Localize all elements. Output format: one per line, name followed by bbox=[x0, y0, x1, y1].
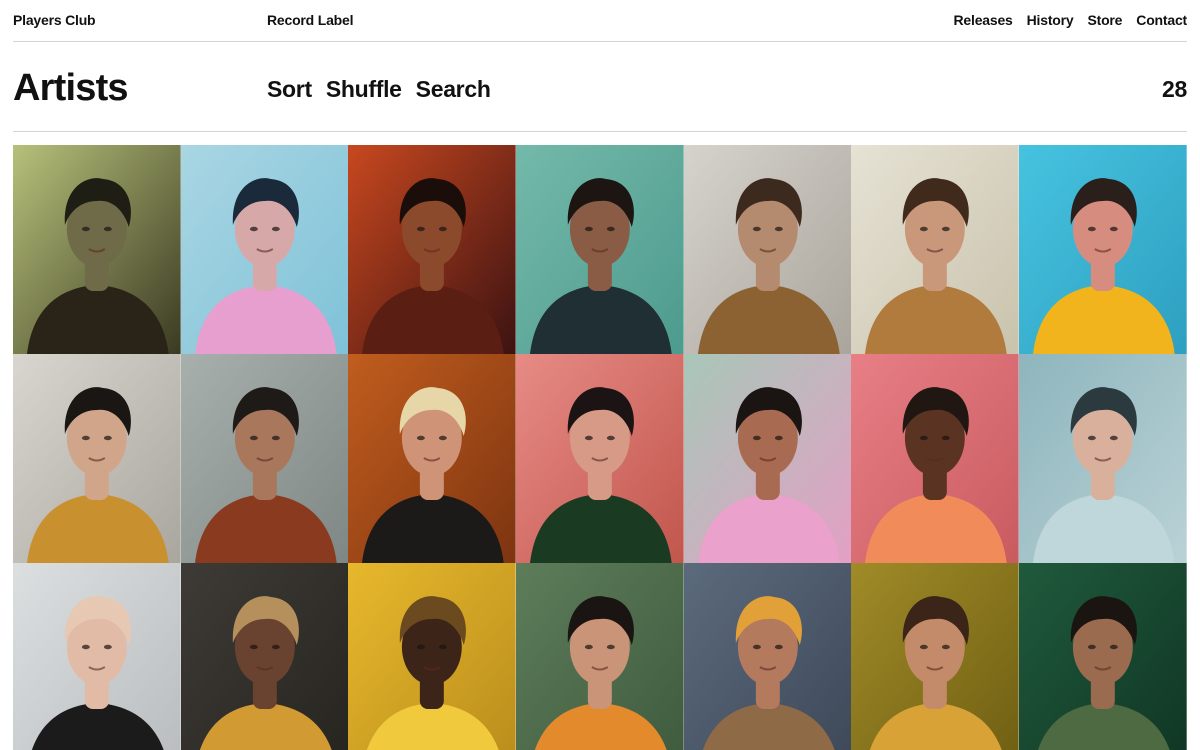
brand-link[interactable]: Players Club bbox=[13, 12, 96, 28]
artist-card[interactable] bbox=[851, 354, 1020, 563]
list-controls: Sort Shuffle Search bbox=[267, 76, 491, 102]
search-button[interactable]: Search bbox=[416, 76, 491, 102]
artist-photo bbox=[683, 563, 852, 750]
artist-card[interactable] bbox=[851, 563, 1020, 750]
artist-card[interactable] bbox=[1019, 145, 1187, 354]
artist-card[interactable] bbox=[348, 354, 517, 563]
artist-photo bbox=[1019, 354, 1187, 563]
artist-photo bbox=[180, 563, 349, 750]
page-title: Artists bbox=[13, 67, 129, 109]
artist-photo bbox=[1019, 145, 1187, 354]
artist-photo bbox=[348, 145, 517, 354]
artist-card[interactable] bbox=[13, 563, 181, 750]
sort-button[interactable]: Sort bbox=[267, 76, 312, 102]
artist-card[interactable] bbox=[516, 563, 684, 750]
nav-contact[interactable]: Contact bbox=[1136, 12, 1187, 28]
artist-photo bbox=[851, 563, 1020, 750]
nav-history[interactable]: History bbox=[1027, 12, 1074, 28]
nav-store[interactable]: Store bbox=[1087, 12, 1122, 28]
artist-photo bbox=[180, 354, 349, 563]
page-heading: Artists Sort Shuffle Search 28 bbox=[13, 43, 1187, 132]
artist-card[interactable] bbox=[1019, 563, 1187, 750]
artist-card[interactable] bbox=[683, 354, 852, 563]
artist-card[interactable] bbox=[683, 145, 852, 354]
artist-card[interactable] bbox=[180, 145, 349, 354]
artist-photo bbox=[13, 354, 181, 563]
artist-card[interactable] bbox=[683, 563, 852, 750]
artist-photo bbox=[1019, 563, 1187, 750]
nav-releases[interactable]: Releases bbox=[954, 12, 1013, 28]
section-label: Record Label bbox=[267, 12, 354, 28]
artist-card[interactable] bbox=[516, 145, 684, 354]
artist-photo bbox=[348, 354, 517, 563]
artist-card[interactable] bbox=[1019, 354, 1187, 563]
artist-photo bbox=[516, 145, 684, 354]
artist-photo bbox=[180, 145, 349, 354]
artist-card[interactable] bbox=[13, 145, 181, 354]
artist-card[interactable] bbox=[348, 563, 517, 750]
artist-photo bbox=[851, 145, 1020, 354]
artist-photo bbox=[516, 354, 684, 563]
artist-card[interactable] bbox=[180, 354, 349, 563]
artist-grid bbox=[13, 145, 1187, 750]
artist-photo bbox=[13, 145, 181, 354]
artist-card[interactable] bbox=[13, 354, 181, 563]
main-nav: Releases History Store Contact bbox=[954, 12, 1188, 28]
artist-photo bbox=[13, 563, 181, 750]
artist-photo bbox=[851, 354, 1020, 563]
artist-photo bbox=[683, 145, 852, 354]
artist-photo bbox=[348, 563, 517, 750]
artist-card[interactable] bbox=[516, 354, 684, 563]
artist-card[interactable] bbox=[180, 563, 349, 750]
artist-card[interactable] bbox=[348, 145, 517, 354]
shuffle-button[interactable]: Shuffle bbox=[326, 76, 402, 102]
artist-count: 28 bbox=[1162, 76, 1187, 102]
top-bar: Players Club Record Label Releases Histo… bbox=[13, 0, 1187, 42]
artist-card[interactable] bbox=[851, 145, 1020, 354]
artist-photo bbox=[516, 563, 684, 750]
artist-photo bbox=[683, 354, 852, 563]
